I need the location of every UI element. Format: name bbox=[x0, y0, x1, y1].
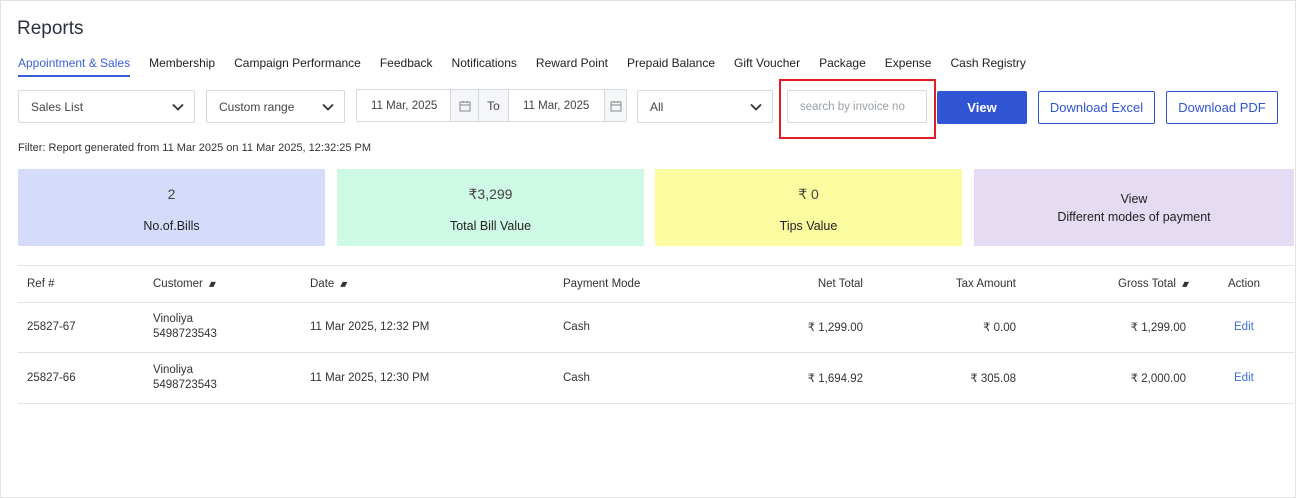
payment-modes-card[interactable]: View Different modes of payment bbox=[974, 169, 1294, 246]
tab-expense[interactable]: Expense bbox=[885, 56, 932, 77]
payment-mode-cell: Cash bbox=[563, 371, 590, 384]
date-to-input[interactable]: 11 Mar, 2025 bbox=[509, 100, 604, 112]
tab-gift-voucher[interactable]: Gift Voucher bbox=[734, 56, 800, 77]
chevron-down-icon bbox=[750, 103, 762, 111]
report-tabs: Appointment & Sales Membership Campaign … bbox=[18, 56, 1045, 77]
total-bill-label: Total Bill Value bbox=[449, 219, 532, 233]
col-gross-total[interactable]: Gross Total ▴▾ bbox=[1118, 266, 1189, 302]
filter-note-from: 11 Mar 2025 bbox=[162, 142, 224, 154]
tab-notifications[interactable]: Notifications bbox=[452, 56, 517, 77]
bills-count-card: 2 No.of.Bills bbox=[18, 169, 325, 246]
date-from-input[interactable]: 11 Mar, 2025 bbox=[357, 100, 450, 112]
edit-link[interactable]: Edit bbox=[1234, 352, 1254, 403]
net-total-cell: ₹ 1,299.00 bbox=[807, 321, 863, 334]
calendar-icon[interactable] bbox=[604, 90, 626, 121]
report-type-select[interactable]: Sales List bbox=[18, 90, 195, 123]
chevron-down-icon bbox=[322, 103, 334, 111]
col-date-label: Date bbox=[310, 278, 335, 290]
tab-cash-registry[interactable]: Cash Registry bbox=[950, 56, 1025, 77]
total-bill-value: ₹3,299 bbox=[468, 186, 513, 202]
date-range-select[interactable]: Custom range bbox=[206, 90, 345, 123]
search-placeholder: search by invoice no bbox=[800, 100, 905, 113]
col-date[interactable]: Date ▴▾ bbox=[310, 266, 347, 302]
tab-membership[interactable]: Membership bbox=[149, 56, 215, 77]
customer-name: Vinoliya bbox=[153, 363, 194, 376]
col-action: Action bbox=[1228, 278, 1260, 290]
payment-modes-line1: View bbox=[1120, 192, 1148, 206]
col-gross-total-label: Gross Total bbox=[1118, 278, 1176, 290]
tips-label: Tips Value bbox=[779, 219, 838, 233]
table-header: Ref # Customer ▴▾ Date ▴▾ Payment Mode Net… bbox=[18, 265, 1294, 303]
download-pdf-button[interactable]: Download PDF bbox=[1166, 91, 1278, 124]
tab-appointment-sales[interactable]: Appointment & Sales bbox=[18, 56, 131, 77]
filter-note-mid: on bbox=[223, 142, 242, 154]
to-label: To bbox=[478, 90, 509, 121]
tab-reward-point[interactable]: Reward Point bbox=[536, 56, 608, 77]
net-total-cell: ₹ 1,694.92 bbox=[807, 372, 863, 385]
status-value: All bbox=[650, 99, 664, 114]
date-range-picker: 11 Mar, 2025 To 11 Mar, 2025 bbox=[356, 89, 627, 122]
sort-icon: ▴▾ bbox=[1181, 278, 1189, 290]
customer-name: Vinoliya bbox=[153, 312, 194, 325]
col-customer[interactable]: Customer ▴▾ bbox=[153, 266, 216, 302]
edit-link[interactable]: Edit bbox=[1234, 301, 1254, 352]
gross-total-cell: ₹ 2,000.00 bbox=[1130, 372, 1186, 385]
tips-card: ₹ 0 Tips Value bbox=[655, 169, 962, 246]
ref-cell: 25827-67 bbox=[27, 320, 76, 333]
bills-count-label: No.of.Bills bbox=[143, 219, 200, 233]
tab-campaign-performance[interactable]: Campaign Performance bbox=[234, 56, 361, 77]
table-row: 25827-66 Vinoliya 5498723543 11 Mar 2025… bbox=[18, 352, 1294, 404]
filter-note-prefix: Filter: Report generated from bbox=[18, 142, 163, 154]
customer-phone: 5498723543 bbox=[153, 327, 217, 340]
date-range-value: Custom range bbox=[219, 99, 295, 114]
tax-amount-cell: ₹ 305.08 bbox=[970, 372, 1016, 385]
tab-feedback[interactable]: Feedback bbox=[380, 56, 433, 77]
filter-note: Filter: Report generated from 11 Mar 202… bbox=[18, 142, 371, 154]
report-type-value: Sales List bbox=[31, 99, 84, 114]
invoice-search-input[interactable]: search by invoice no bbox=[787, 90, 927, 123]
view-button[interactable]: View bbox=[937, 91, 1027, 124]
payment-mode-cell: Cash bbox=[563, 320, 590, 333]
tips-value: ₹ 0 bbox=[798, 186, 819, 202]
customer-cell: Vinoliya 5498723543 bbox=[153, 352, 217, 403]
sort-icon: ▴▾ bbox=[208, 278, 216, 290]
tax-amount-cell: ₹ 0.00 bbox=[983, 321, 1016, 334]
tab-prepaid-balance[interactable]: Prepaid Balance bbox=[627, 56, 715, 77]
col-customer-label: Customer bbox=[153, 278, 203, 290]
download-excel-button[interactable]: Download Excel bbox=[1038, 91, 1155, 124]
bills-count-value: 2 bbox=[167, 186, 176, 202]
col-ref: Ref # bbox=[27, 278, 55, 290]
col-payment-mode: Payment Mode bbox=[563, 278, 641, 290]
calendar-icon[interactable] bbox=[450, 90, 478, 121]
ref-cell: 25827-66 bbox=[27, 371, 76, 384]
total-bill-card: ₹3,299 Total Bill Value bbox=[337, 169, 644, 246]
gross-total-cell: ₹ 1,299.00 bbox=[1130, 321, 1186, 334]
customer-phone: 5498723543 bbox=[153, 378, 217, 391]
sort-icon: ▴▾ bbox=[340, 278, 347, 290]
status-select[interactable]: All bbox=[637, 90, 773, 123]
customer-cell: Vinoliya 5498723543 bbox=[153, 301, 217, 352]
table-row: 25827-67 Vinoliya 5498723543 11 Mar 2025… bbox=[18, 301, 1294, 353]
col-tax-amount: Tax Amount bbox=[955, 278, 1016, 290]
chevron-down-icon bbox=[172, 103, 184, 111]
date-cell: 11 Mar 2025, 12:30 PM bbox=[310, 371, 430, 384]
filter-note-on: 11 Mar 2025, 12:32:25 PM bbox=[241, 142, 372, 154]
page-title: Reports bbox=[17, 18, 84, 39]
tab-package[interactable]: Package bbox=[819, 56, 866, 77]
col-net-total: Net Total bbox=[817, 278, 863, 290]
date-cell: 11 Mar 2025, 12:32 PM bbox=[310, 320, 430, 333]
payment-modes-line2: Different modes of payment bbox=[1057, 210, 1211, 224]
